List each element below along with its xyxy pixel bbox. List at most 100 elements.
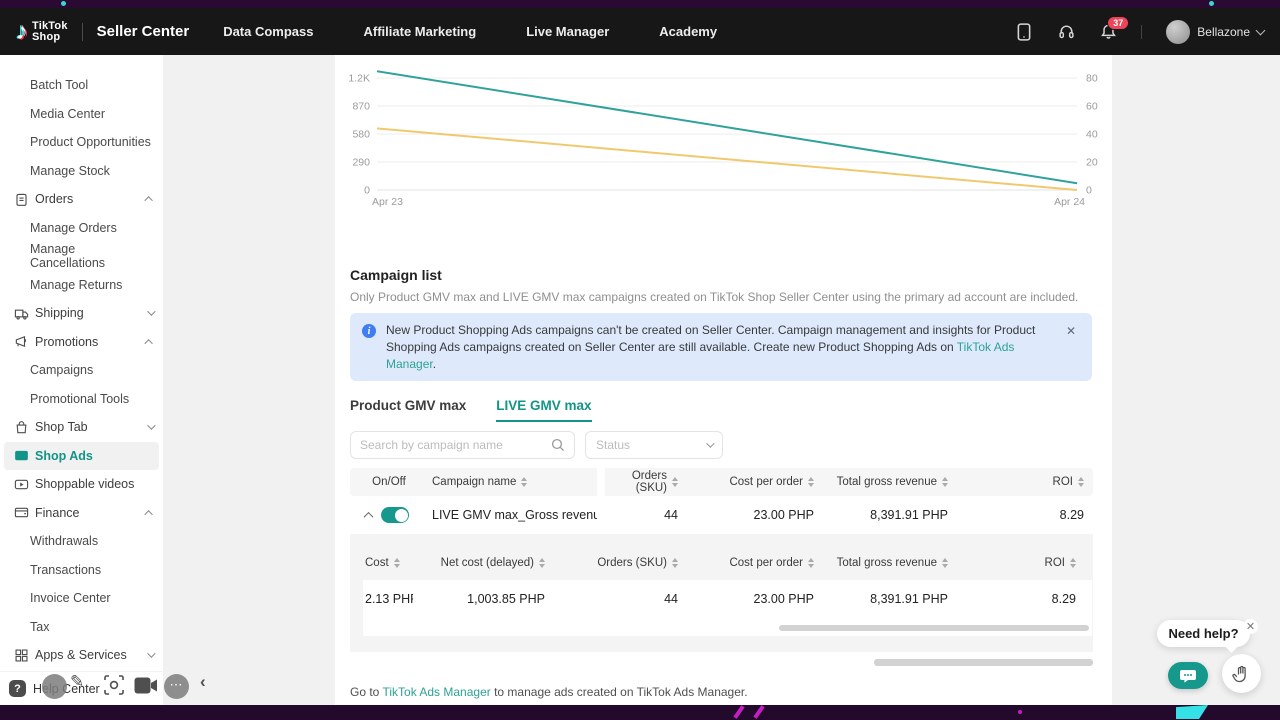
- raise-hand-button[interactable]: [1222, 654, 1261, 693]
- overlay-control-button[interactable]: [42, 674, 67, 699]
- col-roi[interactable]: ROI: [948, 468, 1093, 496]
- sidebar-item-shop-tab[interactable]: Shop Tab: [0, 413, 163, 442]
- sidebar-item-manage-orders[interactable]: Manage Orders: [0, 214, 163, 243]
- sidebar-item-promotional-tools[interactable]: Promotional Tools: [0, 385, 163, 414]
- table-row: LIVE GMV max_Gross revenue_... 44 23.00 …: [350, 496, 1093, 534]
- svg-text:40: 40: [1086, 129, 1098, 141]
- sidebar-item-shop-ads[interactable]: ADShop Ads: [4, 442, 159, 471]
- sidebar-item-label: Apps & Services: [35, 648, 127, 662]
- campaign-search[interactable]: [350, 431, 575, 459]
- tab-product-gmv-max[interactable]: Product GMV max: [350, 398, 466, 422]
- tab-live-gmv-max[interactable]: LIVE GMV max: [496, 398, 591, 422]
- orders-cell: 44: [605, 508, 678, 522]
- chevron-down-icon: [1256, 25, 1266, 35]
- sidebar-item-media-center[interactable]: Media Center: [0, 100, 163, 129]
- search-input[interactable]: [360, 438, 551, 452]
- revenue-cell: 8,391.91 PHP: [814, 508, 948, 522]
- need-help-bubble: Need help?: [1157, 620, 1250, 647]
- col-campaign-name[interactable]: Campaign name: [428, 468, 597, 496]
- need-help-label: Need help?: [1168, 626, 1238, 641]
- pen-icon[interactable]: ✎: [70, 672, 84, 692]
- chat-support-button[interactable]: [1168, 662, 1208, 689]
- camera-icon[interactable]: [134, 677, 158, 699]
- sidebar-item-shipping[interactable]: Shipping: [0, 299, 163, 328]
- sidebar-item-batch-tool[interactable]: Batch Tool: [0, 71, 163, 100]
- banner-close-icon[interactable]: ✕: [1062, 322, 1080, 340]
- collapse-toolbar-icon[interactable]: ‹: [200, 672, 206, 692]
- tiktok-shop-logo[interactable]: ♪ TikTokShop: [16, 20, 68, 44]
- inner-horizontal-scrollbar[interactable]: [779, 625, 1089, 631]
- sidebar-item-manage-stock[interactable]: Manage Stock: [0, 157, 163, 186]
- sidebar-item-orders[interactable]: Orders: [0, 185, 163, 214]
- expanded-row-detail: Cost Net cost (delayed) Orders (SKU) Cos…: [350, 534, 1093, 652]
- megaphone-icon: [13, 334, 29, 350]
- campaign-name-cell[interactable]: LIVE GMV max_Gross revenue_...: [428, 508, 597, 522]
- sidebar-item-product-opportunities[interactable]: Product Opportunities: [0, 128, 163, 157]
- screenshot-icon[interactable]: [103, 674, 125, 701]
- net-cost-cell: 1,003.85 PHP: [413, 592, 545, 606]
- collapse-row-icon[interactable]: [364, 512, 374, 522]
- sidebar-item-promotions[interactable]: Promotions: [0, 328, 163, 357]
- ads-manager-note: Go to TikTok Ads Manager to manage ads c…: [350, 685, 1092, 699]
- more-options-icon[interactable]: ⋯: [164, 674, 189, 699]
- sidebar-item-finance[interactable]: Finance: [0, 499, 163, 528]
- subcol-roi[interactable]: ROI: [948, 546, 1084, 580]
- svg-text:870: 870: [352, 101, 370, 113]
- sidebar-item-campaigns[interactable]: Campaigns: [0, 356, 163, 385]
- teal-series: [377, 71, 1077, 183]
- grid-icon: [13, 647, 29, 663]
- sidebar-item-label: Campaigns: [30, 363, 93, 377]
- col-orders-sku[interactable]: Orders (SKU): [605, 468, 678, 496]
- col-total-gross-revenue[interactable]: Total gross revenue: [814, 468, 948, 496]
- footer-ads-manager-link[interactable]: TikTok Ads Manager: [382, 685, 490, 699]
- mobile-app-icon[interactable]: [1015, 23, 1033, 41]
- nav-item-affiliate-marketing[interactable]: Affiliate Marketing: [364, 24, 477, 39]
- status-select[interactable]: Status: [585, 431, 723, 459]
- notification-bell-icon[interactable]: 37: [1099, 23, 1117, 41]
- subcol-orders[interactable]: Orders (SKU): [545, 546, 678, 580]
- video-icon: [13, 476, 29, 492]
- sidebar-item-shoppable-videos[interactable]: Shoppable videos: [0, 470, 163, 499]
- col-cost-per-order[interactable]: Cost per order: [678, 468, 814, 496]
- support-headset-icon[interactable]: [1057, 23, 1075, 41]
- seller-center-title[interactable]: Seller Center: [97, 23, 190, 40]
- sort-icon[interactable]: [1078, 477, 1084, 487]
- campaign-table: On/Off Campaign name Orders (SKU) Cost p…: [350, 468, 1093, 534]
- cost-per-order-cell: 23.00 PHP: [678, 508, 814, 522]
- sub-table-panel: 2.13 PHP 1,003.85 PHP 44 23.00 PHP 8,391…: [363, 580, 1092, 636]
- subcol-net-cost[interactable]: Net cost (delayed): [413, 546, 545, 580]
- subcol-cost-per-order[interactable]: Cost per order: [678, 546, 814, 580]
- sidebar-item-apps-services[interactable]: Apps & Services: [0, 641, 163, 670]
- subcol-revenue[interactable]: Total gross revenue: [814, 546, 948, 580]
- nav-item-academy[interactable]: Academy: [659, 24, 717, 39]
- sidebar-item-withdrawals[interactable]: Withdrawals: [0, 527, 163, 556]
- sidebar-item-manage-cancellations[interactable]: Manage Cancellations: [0, 242, 163, 271]
- campaign-toggle-on[interactable]: [381, 507, 409, 523]
- sidebar-item-label: Manage Stock: [30, 164, 110, 178]
- need-help-close-icon[interactable]: ✕: [1243, 619, 1258, 634]
- sidebar-item-tax[interactable]: Tax: [0, 613, 163, 642]
- app-body: Batch ToolMedia CenterProduct Opportunit…: [0, 55, 1280, 705]
- sidebar-item-label: Shop Tab: [35, 420, 88, 434]
- video-frame-bottom: [0, 705, 1280, 720]
- sort-icon[interactable]: [521, 477, 527, 487]
- nav-item-data-compass[interactable]: Data Compass: [223, 24, 313, 39]
- sort-icon[interactable]: [1070, 558, 1076, 568]
- nav-item-live-manager[interactable]: Live Manager: [526, 24, 609, 39]
- sidebar-item-transactions[interactable]: Transactions: [0, 556, 163, 585]
- info-icon: i: [362, 324, 376, 338]
- help-icon: ?: [9, 680, 26, 697]
- sort-icon[interactable]: [394, 558, 400, 568]
- outer-horizontal-scrollbar[interactable]: [874, 659, 1093, 666]
- chevron-down-icon: [147, 308, 155, 316]
- logo-text: TikTokShop: [32, 21, 68, 43]
- tiktok-note-icon: ♪: [16, 20, 28, 44]
- sidebar-item-manage-returns[interactable]: Manage Returns: [0, 271, 163, 300]
- sidebar-item-label: Invoice Center: [30, 591, 111, 605]
- frame-dot: [1209, 1, 1214, 6]
- sidebar-item-invoice-center[interactable]: Invoice Center: [0, 584, 163, 613]
- chevron-up-icon: [144, 196, 152, 204]
- revenue-cell: 8,391.91 PHP: [814, 592, 948, 606]
- user-menu[interactable]: Bellazone: [1166, 20, 1264, 44]
- subcol-cost[interactable]: Cost: [363, 546, 413, 580]
